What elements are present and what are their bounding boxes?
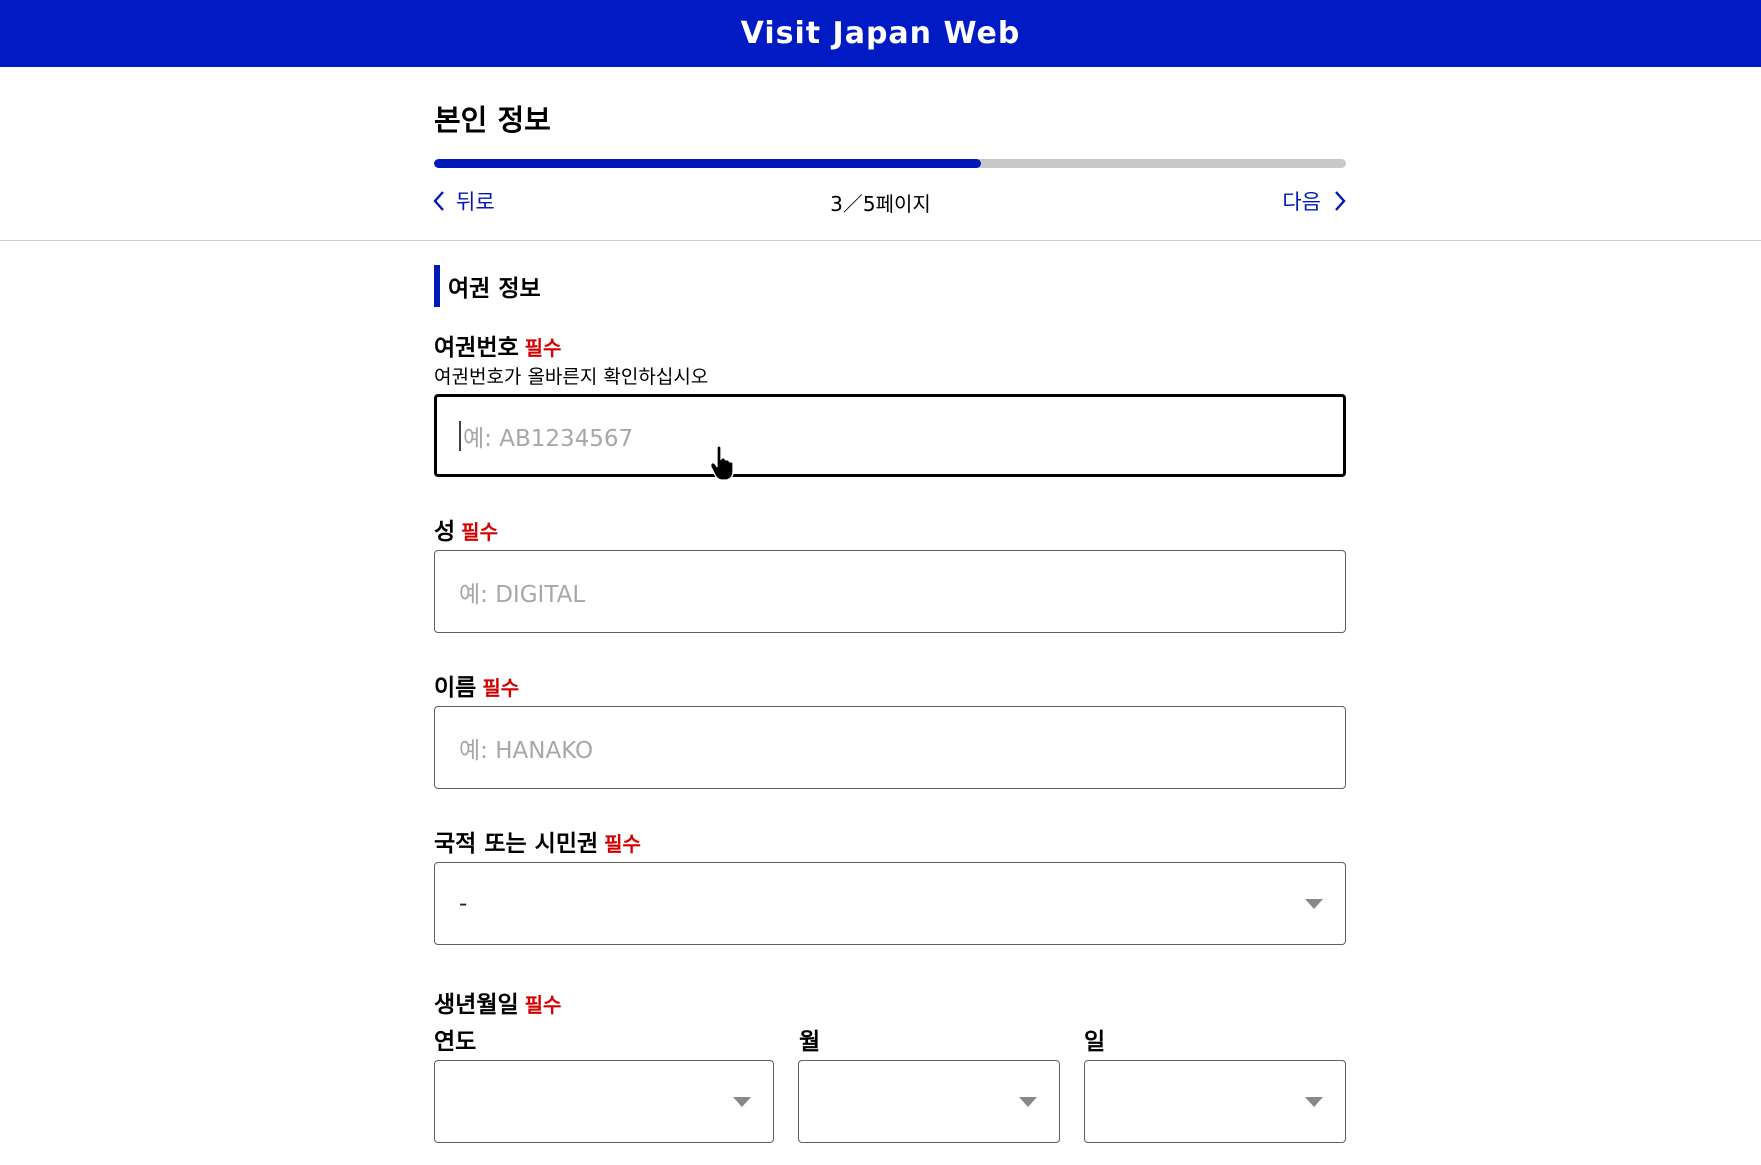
surname-input[interactable]: 예: DIGITAL bbox=[434, 550, 1346, 633]
birthdate-label-text: 생년월일 bbox=[434, 992, 519, 1018]
page-title: 본인 정보 bbox=[434, 103, 551, 137]
birthdate-label: 생년월일 필수 bbox=[434, 985, 561, 1019]
nationality-selected: - bbox=[459, 890, 468, 917]
required-tag: 필수 bbox=[604, 832, 641, 856]
step-header: 본인 정보 뒤로 3／5페이지 다음 bbox=[0, 67, 1761, 241]
nationality-label: 국적 또는 시민권 필수 bbox=[434, 824, 641, 858]
nationality-label-text: 국적 또는 시민권 bbox=[434, 831, 599, 857]
chevron-right-icon bbox=[1335, 191, 1346, 211]
given-name-input[interactable]: 예: HANAKO bbox=[434, 706, 1346, 789]
birth-month-label: 월 bbox=[799, 1029, 821, 1055]
progress-fill bbox=[434, 159, 982, 168]
passport-number-placeholder: 예: AB1234567 bbox=[463, 425, 634, 452]
required-tag: 필수 bbox=[524, 336, 562, 360]
hand-cursor-icon bbox=[710, 446, 734, 481]
required-tag: 필수 bbox=[524, 993, 562, 1017]
app-header: Visit Japan Web bbox=[0, 0, 1761, 67]
surname-placeholder: 예: DIGITAL bbox=[459, 581, 586, 608]
surname-label-text: 성 bbox=[434, 519, 456, 545]
progress-bar bbox=[434, 159, 1346, 168]
passport-number-label: 여권번호 필수 bbox=[434, 328, 561, 362]
given-name-label-text: 이름 bbox=[434, 675, 477, 701]
dropdown-arrow-icon bbox=[1305, 1097, 1323, 1107]
text-caret bbox=[459, 420, 461, 451]
dropdown-arrow-icon bbox=[1305, 899, 1323, 909]
passport-number-label-text: 여권번호 bbox=[434, 335, 519, 361]
birth-day-select[interactable] bbox=[1084, 1060, 1346, 1143]
dropdown-arrow-icon bbox=[733, 1097, 751, 1107]
next-button[interactable]: 다음 bbox=[1282, 186, 1347, 216]
required-tag: 필수 bbox=[482, 676, 520, 700]
next-label: 다음 bbox=[1282, 190, 1321, 214]
birth-month-select[interactable] bbox=[798, 1060, 1060, 1143]
required-tag: 필수 bbox=[461, 520, 498, 544]
given-name-placeholder: 예: HANAKO bbox=[459, 737, 594, 764]
passport-helper-text: 여권번호가 올바른지 확인하십시오 bbox=[434, 366, 709, 388]
passport-number-input[interactable]: 예: AB1234567 bbox=[434, 394, 1346, 477]
dropdown-arrow-icon bbox=[1019, 1097, 1037, 1107]
given-name-label: 이름 필수 bbox=[434, 668, 519, 702]
section-title: 여권 정보 bbox=[434, 265, 541, 307]
birth-year-select[interactable] bbox=[434, 1060, 774, 1143]
app-title: Visit Japan Web bbox=[740, 16, 1021, 51]
surname-label: 성 필수 bbox=[434, 512, 498, 546]
birth-year-label: 연도 bbox=[434, 1029, 477, 1055]
birth-day-label: 일 bbox=[1084, 1029, 1106, 1055]
page-indicator: 3／5페이지 bbox=[830, 192, 931, 216]
nationality-select[interactable]: - bbox=[434, 862, 1346, 945]
